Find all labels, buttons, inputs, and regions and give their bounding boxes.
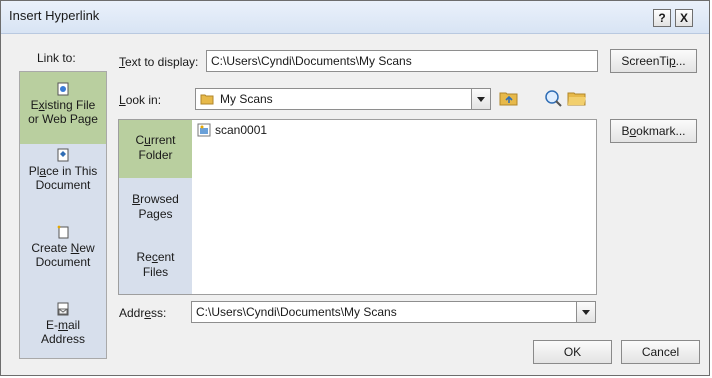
look-in-dropdown-arrow[interactable] (471, 89, 490, 109)
new-document-icon (57, 225, 69, 239)
look-in-dropdown[interactable]: My Scans (195, 88, 491, 110)
email-icon (57, 302, 69, 316)
folder-icon (200, 94, 214, 105)
tab-recent-files[interactable]: Recent Files (119, 250, 192, 280)
bookmark-button[interactable]: Bookmark... (610, 119, 697, 143)
text-to-display-field[interactable]: C:\Users\Cyndi\Documents\My Scans (206, 50, 598, 72)
tab-current-folder[interactable]: Current Folder (119, 120, 192, 178)
file-name: scan0001 (215, 123, 268, 137)
title-bar: Insert Hyperlink ? X (1, 1, 709, 34)
browse-web-icon[interactable] (542, 87, 564, 109)
link-to-existing-file[interactable]: Existing File or Web Page (20, 72, 106, 144)
browse-file-icon[interactable] (566, 87, 588, 109)
up-folder-icon[interactable] (498, 87, 520, 109)
place-in-document-icon (57, 148, 69, 162)
web-page-icon (57, 82, 69, 96)
insert-hyperlink-dialog: Insert Hyperlink ? X Link to: Existing F… (0, 0, 710, 376)
link-to-place-in-document[interactable]: Place in This Document (20, 148, 106, 192)
address-dropdown-arrow[interactable] (576, 302, 595, 322)
screentip-button[interactable]: ScreenTip... (610, 49, 697, 73)
link-to-panel: Existing File or Web Page Place in This … (19, 71, 107, 359)
close-button[interactable]: X (675, 9, 693, 27)
cancel-button[interactable]: Cancel (621, 340, 700, 364)
file-list[interactable]: scan0001 (193, 120, 596, 294)
look-in-label: Look in: (119, 93, 162, 107)
image-file-icon (197, 123, 211, 137)
address-field[interactable]: C:\Users\Cyndi\Documents\My Scans (191, 301, 596, 323)
list-item[interactable]: scan0001 (197, 123, 267, 137)
tab-browsed-pages[interactable]: Browsed Pages (119, 192, 192, 222)
link-to-new-document[interactable]: Create New Document (20, 225, 106, 269)
browse-panel: Current Folder Browsed Pages Recent File… (118, 119, 597, 295)
link-to-header: Link to: (37, 51, 76, 65)
ok-button[interactable]: OK (533, 340, 612, 364)
address-label: Address: (119, 306, 167, 320)
help-button[interactable]: ? (653, 9, 671, 27)
link-to-email-address[interactable]: E-mail Address (20, 302, 106, 346)
dialog-title: Insert Hyperlink (9, 8, 100, 23)
browse-tabs: Current Folder Browsed Pages Recent File… (119, 120, 192, 294)
text-to-display-label: Text to display: (119, 55, 199, 69)
